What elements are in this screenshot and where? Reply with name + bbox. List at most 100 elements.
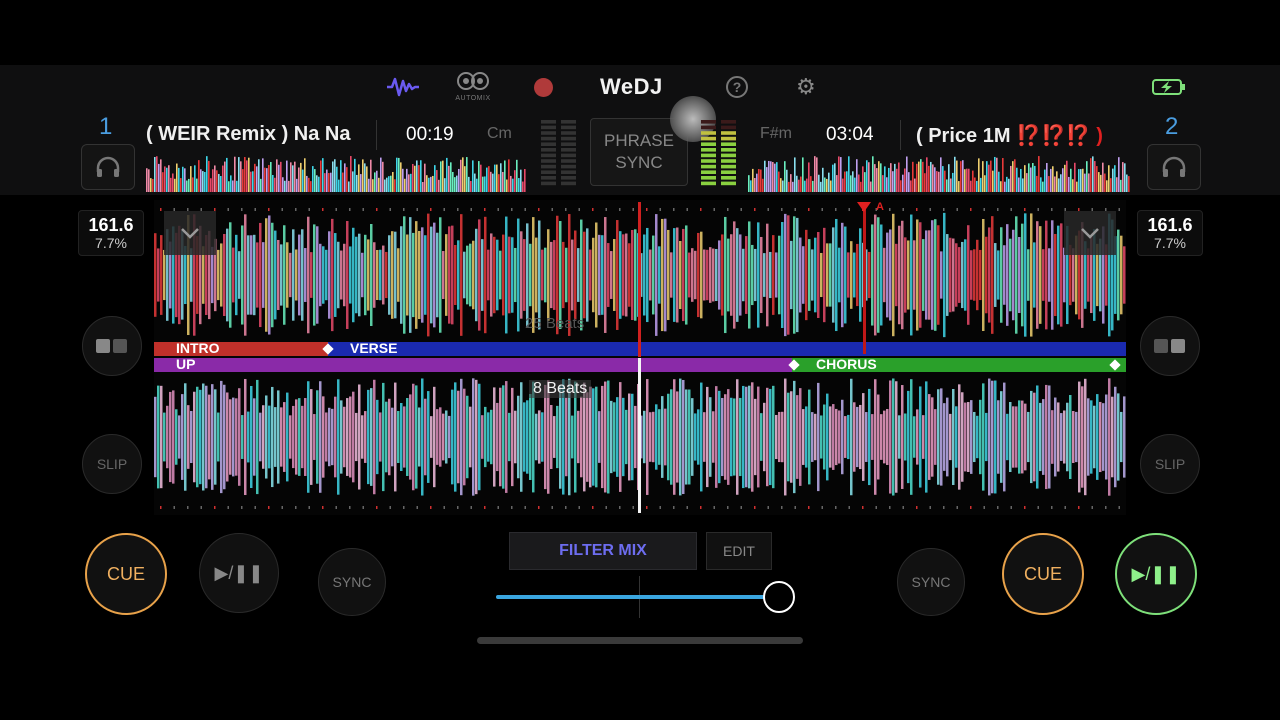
beat-tick [902,506,904,509]
beat-tick [227,208,229,211]
waveform-bar [235,398,238,476]
edit-button[interactable]: EDIT [706,532,772,570]
meter-segment [701,136,716,141]
meter-segment [541,142,556,146]
waveform-bar [865,412,868,462]
waveform-bar [787,215,790,335]
gear-icon[interactable]: ⚙ [796,76,818,98]
overview-bar [1092,156,1094,192]
overview-bar [1006,176,1008,192]
waveform-bar [1063,410,1066,464]
waveform-bar [508,236,511,314]
overview-bar [372,179,374,192]
waveform-bar [994,243,997,307]
deck1-cue-button[interactable]: CUE [85,533,167,615]
overview-bar [292,165,294,192]
overview-bar [380,157,382,192]
waveform-bar [307,381,310,493]
overview-bar [250,171,252,192]
waveform-bar [1123,396,1126,478]
filter-mix-button[interactable]: FILTER MIX [509,532,697,570]
waveform-bar [1075,411,1078,463]
waveform-bar [1081,386,1084,488]
overview-bar [516,159,518,192]
automix-button[interactable]: AUTOMIX [452,70,494,104]
waveform-bar [853,252,856,298]
overview-bar [436,170,438,192]
overview-bar [348,181,350,192]
beat-tick [551,506,553,509]
deck1-bpm-display[interactable]: 161.6 7.7% [78,210,144,256]
waveform-bar [883,410,886,464]
overview-bar [418,165,420,192]
overview-bar [156,156,158,192]
overview-bar [428,177,430,192]
deck2-cue-button[interactable]: CUE [1002,533,1084,615]
beat-tick [497,208,499,211]
overview-bar [308,177,310,192]
overview-bar [830,180,832,192]
meter-segment [541,125,556,130]
crossfader-knob[interactable] [763,581,795,613]
deck2-expand-button[interactable] [1064,211,1116,255]
meter-segment [561,142,576,146]
waveform-bar [364,234,367,316]
overview-bar [234,156,236,192]
deck1-level-meter [539,118,579,188]
waveform-bar [565,247,568,303]
beat-tick [160,506,162,509]
waveform-bar [586,228,589,322]
deck1-headphone-button[interactable] [81,144,135,190]
deck2-sync-button[interactable]: SYNC [897,548,965,616]
overview-bar [940,157,942,192]
deck2-view-toggle-button[interactable] [1140,316,1200,376]
deck2-bpm-display[interactable]: 161.6 7.7% [1137,210,1203,256]
deck1-view-toggle-button[interactable] [82,316,142,376]
overview-bar [812,180,814,192]
deck1-sync-button[interactable]: SYNC [318,548,386,616]
waveform-bar [802,246,805,304]
waveform-bar [703,412,706,462]
overview-bar [1040,177,1042,192]
waveform-bar [514,410,517,464]
help-icon[interactable]: ? [726,76,748,98]
deck2-headphone-button[interactable] [1147,144,1201,190]
overview-bar [286,160,288,192]
record-icon[interactable] [534,78,553,97]
waveform-bar [304,248,307,302]
overview-bar [262,158,264,192]
overview-bar [158,163,160,192]
beat-tick [1118,208,1120,211]
main-waveform-area[interactable]: 25 Beats INTRO VERSE UP CHORUS 8 Beats A [154,200,1126,515]
deck1-play-pause-button[interactable]: ▶/❚❚ [199,533,279,613]
overview-bar [486,167,488,192]
overview-bar [154,156,156,192]
beat-tick [430,208,432,211]
overview-bar [750,180,752,192]
waveform-bar [847,252,850,298]
waveform-bar [949,237,952,313]
overview-bar [772,161,774,192]
overview-bar [1098,172,1100,192]
waveform-bar [820,252,823,298]
waveform-bar [157,248,160,302]
waveform-bar [247,411,250,463]
deck1-overview-waveform[interactable] [146,156,526,192]
waveform-bar [856,243,859,307]
deck1-slip-button[interactable]: SLIP [82,434,142,494]
overview-bar [498,174,500,192]
overview-bar [522,181,524,192]
waveform-bar [220,380,223,494]
waveform-bar [1087,248,1090,302]
waveform-bar [1117,229,1120,321]
waveform-bar [514,247,517,303]
overview-bar [360,174,362,192]
deck2-slip-button[interactable]: SLIP [1140,434,1200,494]
deck2-overview-waveform[interactable] [748,156,1130,192]
deck1-expand-button[interactable] [164,211,216,255]
overview-bar [1062,168,1064,192]
waveform-icon[interactable] [384,72,422,102]
overview-bar [1078,169,1080,192]
beat-tick [1037,506,1039,509]
deck2-play-pause-button[interactable]: ▶/❚❚ [1115,533,1197,615]
